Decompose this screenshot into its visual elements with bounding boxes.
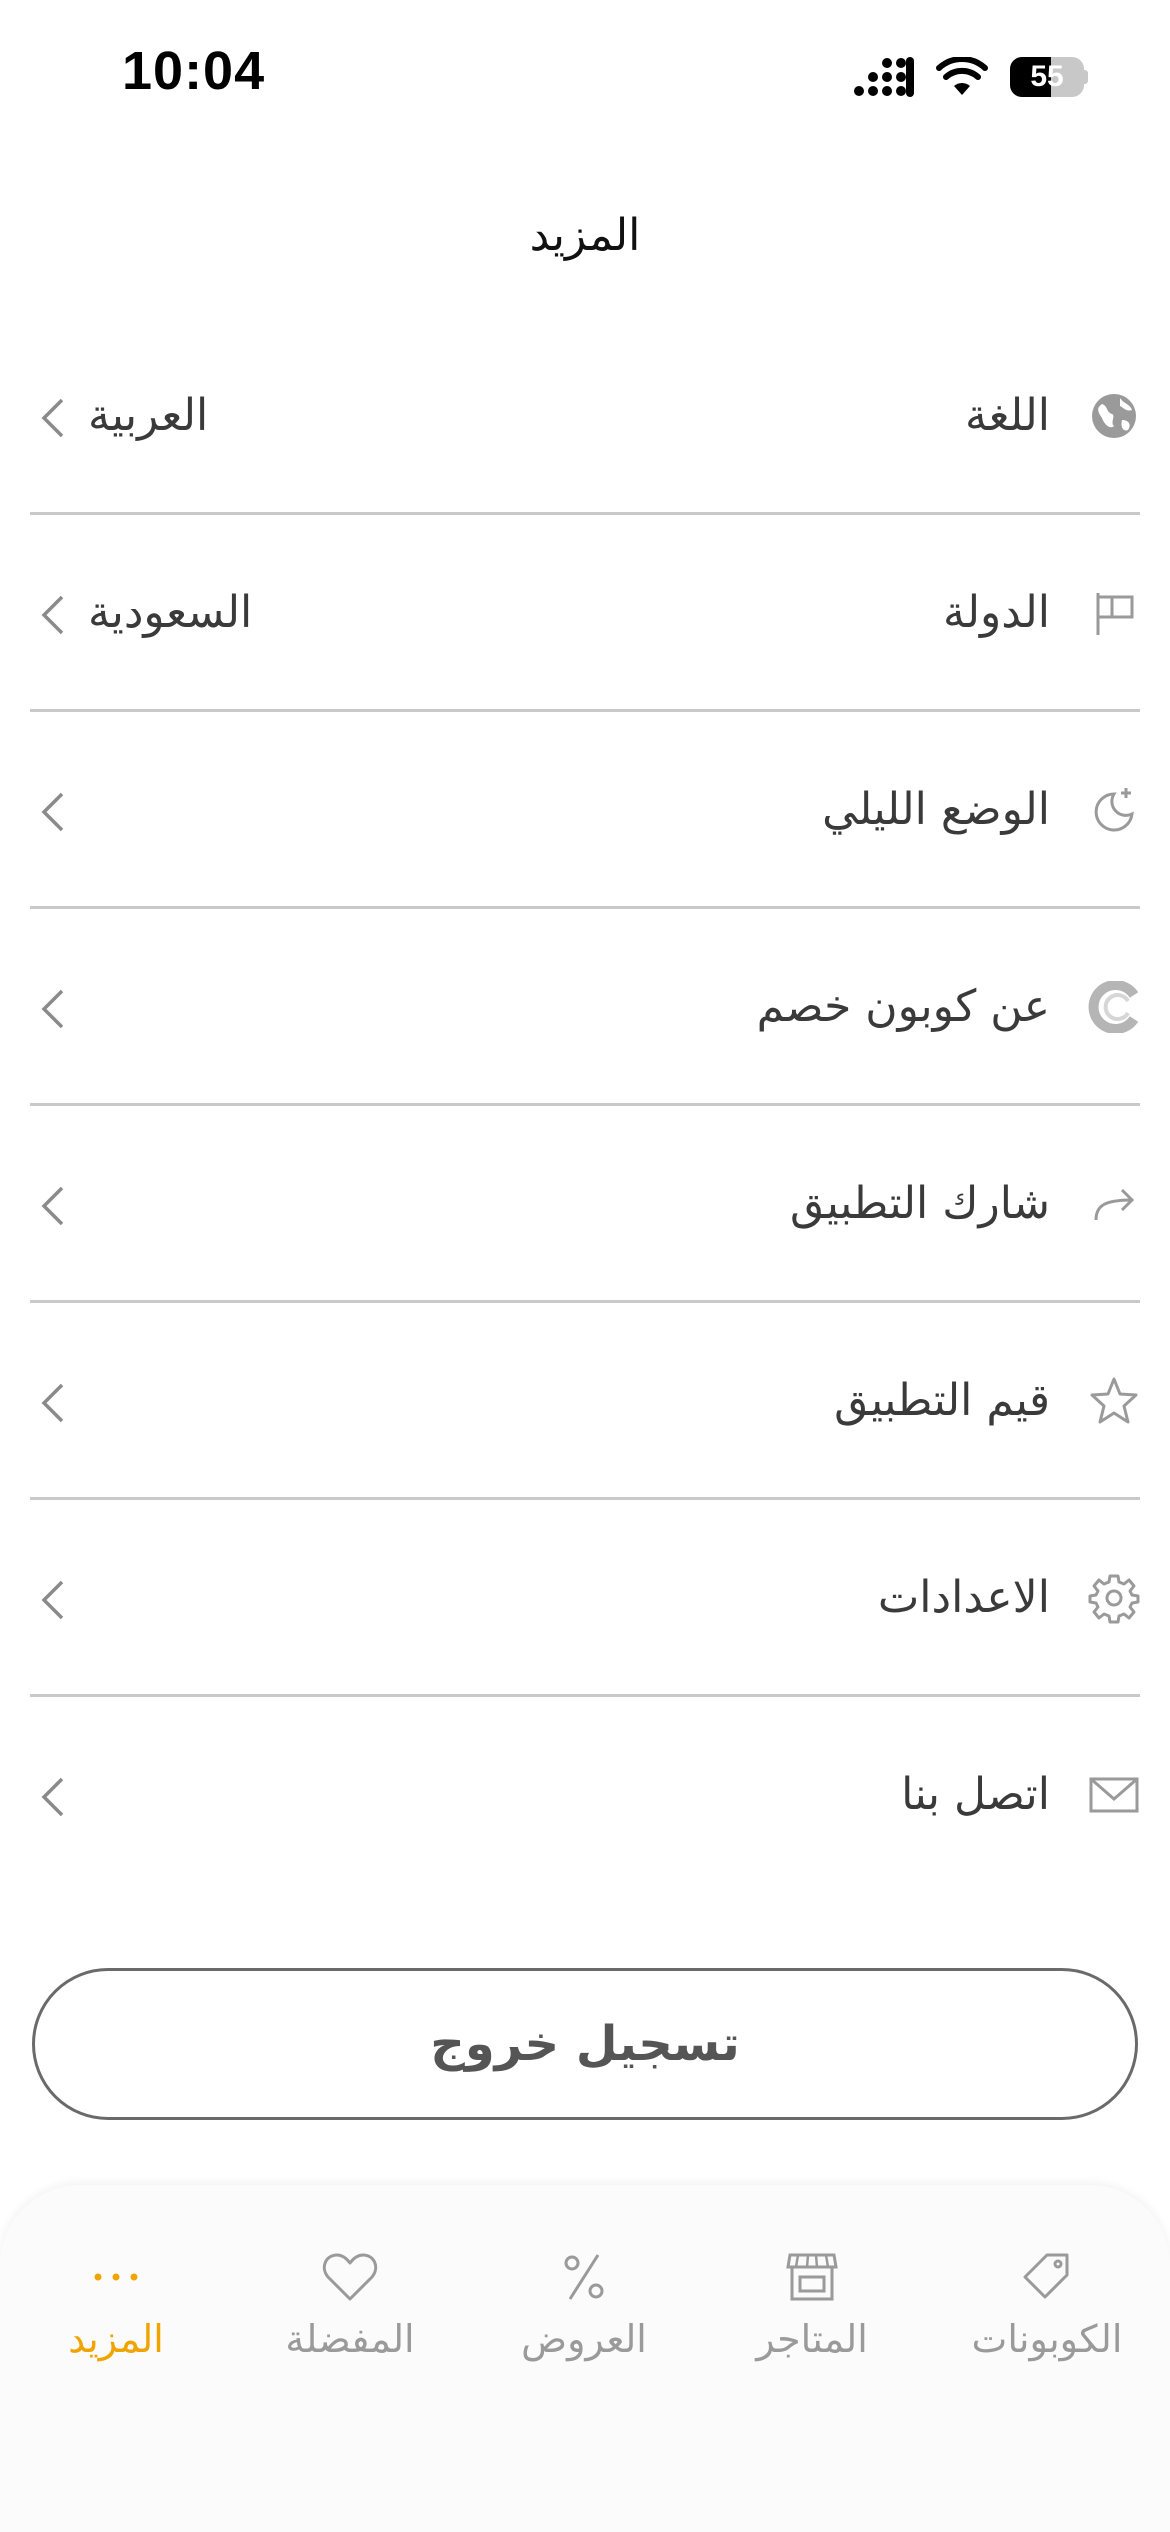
moon-icon (1088, 784, 1140, 836)
chevron-left-icon (38, 1578, 66, 1622)
chevron-left-icon (38, 1381, 66, 1425)
share-icon (1088, 1178, 1140, 1230)
chevron-left-icon (38, 1775, 66, 1819)
battery-percent: 55 (1030, 60, 1064, 93)
menu-item-country[interactable]: الدولة السعودية (30, 515, 1140, 712)
tab-label: المفضلة (285, 2317, 415, 2361)
status-icons: 55 (854, 52, 1088, 102)
tab-label: الكوبونات (971, 2317, 1123, 2361)
battery-indicator: 55 (1010, 57, 1088, 97)
tab-label: العروض (521, 2317, 647, 2361)
tab-label: المزيد (68, 2317, 164, 2361)
chevron-left-icon (38, 987, 66, 1031)
menu-item-label: قيم التطبيق (834, 1375, 1050, 1426)
menu-item-label: عن كوبون خصم (756, 981, 1050, 1032)
mail-icon (1088, 1769, 1140, 1821)
flag-icon (1088, 587, 1140, 639)
menu-item-label: شارك التطبيق (789, 1178, 1050, 1229)
percent-icon (564, 2254, 604, 2300)
status-time: 10:04 (122, 41, 266, 101)
tab-more[interactable]: المزيد (6, 2247, 226, 2397)
signal-icon (854, 57, 914, 97)
menu-item-value: السعودية (88, 587, 253, 638)
menu-item-share-app[interactable]: شارك التطبيق (30, 1106, 1140, 1303)
tab-favorites[interactable]: المفضلة (240, 2247, 460, 2397)
menu-item-label: اللغة (964, 390, 1050, 441)
store-icon (786, 2253, 838, 2301)
chevron-left-icon (38, 1184, 66, 1228)
menu-item-settings[interactable]: الاعدادات (30, 1500, 1140, 1697)
tag-icon (1023, 2253, 1069, 2299)
logo-icon (1088, 981, 1140, 1033)
menu-item-rate-app[interactable]: قيم التطبيق (30, 1303, 1140, 1500)
chevron-left-icon (38, 593, 66, 637)
menu-item-label: الوضع الليلي (822, 784, 1050, 835)
chevron-left-icon (38, 396, 66, 440)
menu-item-contact-us[interactable]: اتصل بنا (30, 1697, 1140, 1894)
menu-item-label: الاعدادات (877, 1572, 1050, 1623)
menu-item-dark-mode[interactable]: الوضع الليلي (30, 712, 1140, 909)
menu-list: اللغة العربية الدولة السعودية الوضع اللي… (30, 318, 1140, 1894)
chevron-left-icon (38, 790, 66, 834)
tab-stores[interactable]: المتاجر (702, 2247, 922, 2397)
tab-bar: الكوبونات المتاجر العروض المفضلة المزيد (0, 2185, 1170, 2532)
tab-offers[interactable]: العروض (474, 2247, 694, 2397)
menu-item-label: اتصل بنا (901, 1769, 1050, 1820)
tab-label: المتاجر (756, 2317, 868, 2361)
menu-item-value: العربية (88, 390, 209, 441)
menu-item-label: الدولة (943, 587, 1050, 638)
gear-icon (1088, 1572, 1140, 1624)
star-icon (1088, 1375, 1140, 1427)
globe-icon (1088, 390, 1140, 442)
tab-coupons[interactable]: الكوبونات (937, 2247, 1157, 2397)
logout-button[interactable]: تسجيل خروج (32, 1968, 1138, 2120)
status-bar: 10:04 55 (0, 0, 1170, 150)
heart-icon (322, 2253, 378, 2301)
more-dots-icon (94, 2273, 138, 2281)
page-title: المزيد (529, 210, 641, 261)
wifi-icon (936, 57, 988, 95)
menu-item-about[interactable]: عن كوبون خصم (30, 909, 1140, 1106)
menu-item-language[interactable]: اللغة العربية (30, 318, 1140, 515)
